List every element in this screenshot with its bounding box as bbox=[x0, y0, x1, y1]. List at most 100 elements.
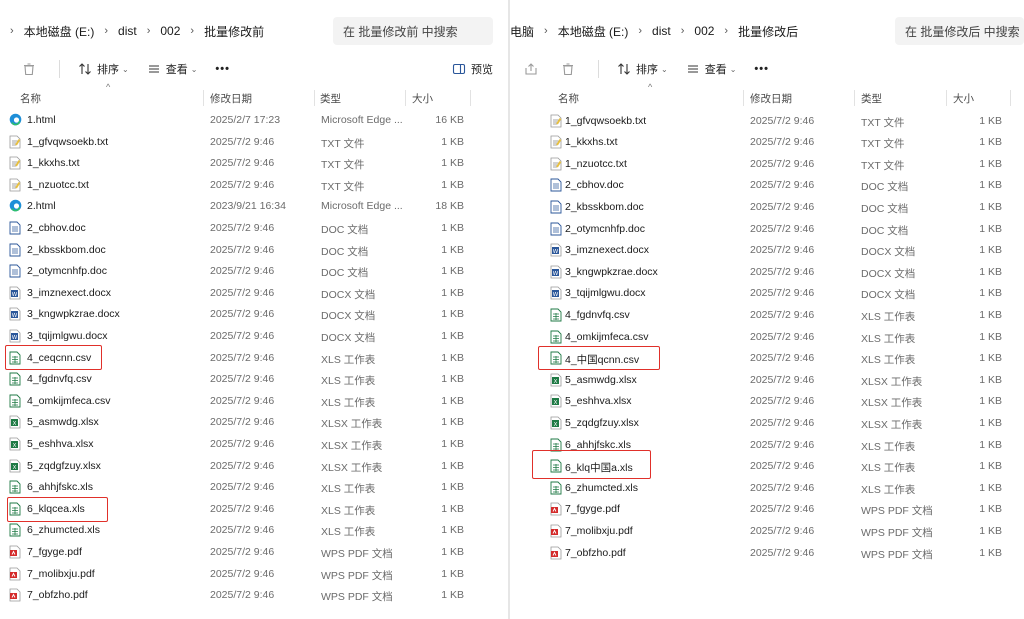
breadcrumb-item[interactable]: 002 bbox=[694, 24, 714, 38]
file-row[interactable]: X 5_eshhva.xlsx 2025/7/2 9:46 XLSX 工作表 1 KB bbox=[0, 434, 508, 455]
file-row[interactable]: 7_obfzho.pdf 2025/7/2 9:46 WPS PDF 文档 1 KB bbox=[510, 543, 1024, 564]
file-row[interactable]: 1.html 2025/2/7 17:23 Microsoft Edge ... 16… bbox=[0, 110, 508, 131]
file-row[interactable]: 1_nzuotcc.txt 2025/7/2 9:46 TXT 文件 1 KB bbox=[0, 175, 508, 196]
preview-toggle[interactable]: 预览 bbox=[452, 56, 493, 82]
file-row[interactable]: 4_fgdnvfq.csv 2025/7/2 9:46 XLS 工作表 1 KB bbox=[0, 369, 508, 390]
column-divider[interactable] bbox=[743, 90, 744, 106]
file-row[interactable]: 6_zhumcted.xls 2025/7/2 9:46 XLS 工作表 1 KB bbox=[0, 520, 508, 541]
breadcrumb-item[interactable]: 电脑 bbox=[510, 23, 534, 40]
file-row[interactable]: W 3_kngwpkzrae.docx 2025/7/2 9:46 DOCX 文档 1 … bbox=[0, 304, 508, 325]
file-row[interactable]: W 3_tqijmlgwu.docx 2025/7/2 9:46 DOCX 文档 1 K… bbox=[510, 283, 1024, 304]
file-row[interactable]: 4_omkijmfeca.csv 2025/7/2 9:46 XLS 工作表 1 KB bbox=[510, 327, 1024, 348]
file-row[interactable]: 2_cbhov.doc 2025/7/2 9:46 DOC 文档 1 KB bbox=[0, 218, 508, 239]
breadcrumb-item[interactable]: 002 bbox=[160, 24, 180, 38]
breadcrumb-item[interactable]: 本地磁盘 (E:) bbox=[24, 23, 95, 40]
delete-button[interactable] bbox=[22, 62, 41, 76]
file-row[interactable]: 7_fgyge.pdf 2025/7/2 9:46 WPS PDF 文档 1 KB bbox=[510, 499, 1024, 520]
more-options-button[interactable]: ••• bbox=[215, 63, 230, 75]
file-row[interactable]: 7_molibxju.pdf 2025/7/2 9:46 WPS PDF 文档 1 K… bbox=[0, 564, 508, 585]
file-row[interactable]: X 5_zqdgfzuy.xlsx 2025/7/2 9:46 XLSX 工作表 1 K… bbox=[510, 413, 1024, 434]
column-divider[interactable] bbox=[1010, 90, 1011, 106]
file-size: 1 KB bbox=[979, 373, 1002, 386]
file-row[interactable]: X 5_asmwdg.xlsx 2025/7/2 9:46 XLSX 工作表 1 KB bbox=[0, 412, 508, 433]
column-header-date[interactable]: 修改日期 bbox=[210, 91, 252, 106]
file-row[interactable]: 1_kkxhs.txt 2025/7/2 9:46 TXT 文件 1 KB bbox=[0, 153, 508, 174]
column-divider[interactable] bbox=[470, 90, 471, 106]
search-input[interactable]: 在 批量修改前 中搜索 bbox=[333, 17, 493, 45]
file-size: 1 KB bbox=[441, 481, 464, 494]
file-row[interactable]: 2.html 2023/9/21 16:34 Microsoft Edge ... 1… bbox=[0, 196, 508, 217]
view-button[interactable]: 查看 ⌄ bbox=[686, 61, 736, 77]
column-header-size[interactable]: 大小 bbox=[953, 91, 974, 106]
file-modified-date: 2025/7/2 9:46 bbox=[210, 351, 275, 364]
file-row[interactable]: 7_molibxju.pdf 2025/7/2 9:46 WPS PDF 文档 1 K… bbox=[510, 521, 1024, 542]
breadcrumb-item[interactable]: 本地磁盘 (E:) bbox=[558, 23, 629, 40]
file-name: 3_tqijmlgwu.docx bbox=[27, 330, 108, 342]
column-header-row: 名称 修改日期 类型 大小 bbox=[510, 88, 1024, 108]
column-divider[interactable] bbox=[854, 90, 855, 106]
file-row[interactable]: 2_kbsskbom.doc 2025/7/2 9:46 DOC 文档 1 KB bbox=[510, 197, 1024, 218]
file-row[interactable]: W 3_imznexect.docx 2025/7/2 9:46 DOCX 文档 1 K… bbox=[510, 240, 1024, 261]
file-size: 1 KB bbox=[979, 308, 1002, 321]
file-row[interactable]: 2_kbsskbom.doc 2025/7/2 9:46 DOC 文档 1 KB bbox=[0, 240, 508, 261]
file-doc-icon bbox=[9, 221, 22, 236]
file-name: 3_kngwpkzrae.docx bbox=[27, 308, 120, 321]
column-header-type[interactable]: 类型 bbox=[861, 91, 882, 106]
column-divider[interactable] bbox=[405, 90, 406, 106]
chevron-right-icon: › bbox=[724, 25, 729, 37]
file-modified-date: 2025/7/2 9:46 bbox=[750, 179, 815, 192]
file-type: TXT 文件 bbox=[321, 137, 365, 150]
column-header-size[interactable]: 大小 bbox=[412, 91, 433, 106]
breadcrumb-item[interactable]: dist bbox=[652, 24, 671, 38]
sort-label: 排序 bbox=[636, 64, 658, 76]
file-row[interactable]: 7_obfzho.pdf 2025/7/2 9:46 WPS PDF 文档 1 KB bbox=[0, 585, 508, 606]
file-row[interactable]: 2_otymcnhfp.doc 2025/7/2 9:46 DOC 文档 1 KB bbox=[0, 261, 508, 282]
file-row[interactable]: 1_gfvqwsoekb.txt 2025/7/2 9:46 TXT 文件 1 KB bbox=[0, 132, 508, 153]
file-row[interactable]: 2_cbhov.doc 2025/7/2 9:46 DOC 文档 1 KB bbox=[510, 175, 1024, 196]
column-divider[interactable] bbox=[314, 90, 315, 106]
file-row[interactable]: 2_otymcnhfp.doc 2025/7/2 9:46 DOC 文档 1 KB bbox=[510, 219, 1024, 240]
file-name: 5_zqdgfzuy.xlsx bbox=[27, 459, 101, 472]
view-button[interactable]: 查看 ⌄ bbox=[147, 61, 197, 77]
file-row[interactable]: W 3_imznexect.docx 2025/7/2 9:46 DOCX 文档 1 K… bbox=[0, 283, 508, 304]
sort-button[interactable]: 排序 ⌄ bbox=[617, 61, 668, 77]
file-docx-icon: W bbox=[9, 286, 22, 301]
file-size: 16 KB bbox=[435, 114, 464, 126]
share-button[interactable] bbox=[524, 62, 543, 76]
file-row[interactable]: W 3_kngwpkzrae.docx 2025/7/2 9:46 DOCX 文档 1 … bbox=[510, 262, 1024, 283]
column-header-name[interactable]: 名称 bbox=[558, 91, 579, 106]
breadcrumb-item[interactable]: 批量修改前 bbox=[204, 23, 264, 40]
file-row[interactable]: 1_kkxhs.txt 2025/7/2 9:46 TXT 文件 1 KB bbox=[510, 132, 1024, 153]
file-modified-date: 2025/7/2 9:46 bbox=[210, 222, 275, 234]
file-modified-date: 2025/7/2 9:46 bbox=[750, 352, 815, 365]
sort-button[interactable]: 排序 ⌄ bbox=[78, 61, 129, 77]
chevron-right-icon: › bbox=[544, 25, 548, 37]
breadcrumb: › 本地磁盘 (E:) › dist › 002 › 批量修改前 bbox=[6, 17, 270, 45]
file-modified-date: 2025/7/2 9:46 bbox=[750, 287, 815, 300]
search-input[interactable]: 在 批量修改后 中搜索 bbox=[895, 17, 1024, 45]
more-options-button[interactable]: ••• bbox=[754, 63, 769, 75]
breadcrumb-item[interactable]: dist bbox=[118, 24, 137, 38]
file-row[interactable]: 7_fgyge.pdf 2025/7/2 9:46 WPS PDF 文档 1 KB bbox=[0, 542, 508, 563]
file-size: 1 KB bbox=[979, 503, 1002, 516]
file-row[interactable]: 1_gfvqwsoekb.txt 2025/7/2 9:46 TXT 文件 1 KB bbox=[510, 111, 1024, 132]
file-name: 6_zhumcted.xls bbox=[565, 481, 638, 494]
file-row[interactable]: X 5_eshhva.xlsx 2025/7/2 9:46 XLSX 工作表 1 KB bbox=[510, 391, 1024, 412]
file-modified-date: 2025/7/2 9:46 bbox=[750, 460, 815, 473]
column-header-date[interactable]: 修改日期 bbox=[750, 91, 792, 106]
file-row[interactable]: W 3_tqijmlgwu.docx 2025/7/2 9:46 DOCX 文档 1 K… bbox=[0, 326, 508, 347]
breadcrumb-item[interactable]: 批量修改后 bbox=[738, 23, 798, 40]
file-row[interactable]: 1_nzuotcc.txt 2025/7/2 9:46 TXT 文件 1 KB bbox=[510, 154, 1024, 175]
delete-button[interactable] bbox=[561, 62, 580, 76]
file-row[interactable]: 6_ahhjfskc.xls 2025/7/2 9:46 XLS 工作表 1 KB bbox=[0, 477, 508, 498]
file-row[interactable]: 4_omkijmfeca.csv 2025/7/2 9:46 XLS 工作表 1 KB bbox=[0, 391, 508, 412]
file-type: WPS PDF 文档 bbox=[861, 526, 933, 539]
column-header-type[interactable]: 类型 bbox=[320, 91, 341, 106]
file-row[interactable]: 4_fgdnvfq.csv 2025/7/2 9:46 XLS 工作表 1 KB bbox=[510, 305, 1024, 326]
file-row[interactable]: X 5_zqdgfzuy.xlsx 2025/7/2 9:46 XLSX 工作表 1 K… bbox=[0, 456, 508, 477]
file-row[interactable]: X 5_asmwdg.xlsx 2025/7/2 9:46 XLSX 工作表 1 KB bbox=[510, 370, 1024, 391]
column-divider[interactable] bbox=[946, 90, 947, 106]
column-header-name[interactable]: 名称 bbox=[20, 91, 41, 106]
file-row[interactable]: 6_zhumcted.xls 2025/7/2 9:46 XLS 工作表 1 KB bbox=[510, 478, 1024, 499]
column-divider[interactable] bbox=[203, 90, 204, 106]
